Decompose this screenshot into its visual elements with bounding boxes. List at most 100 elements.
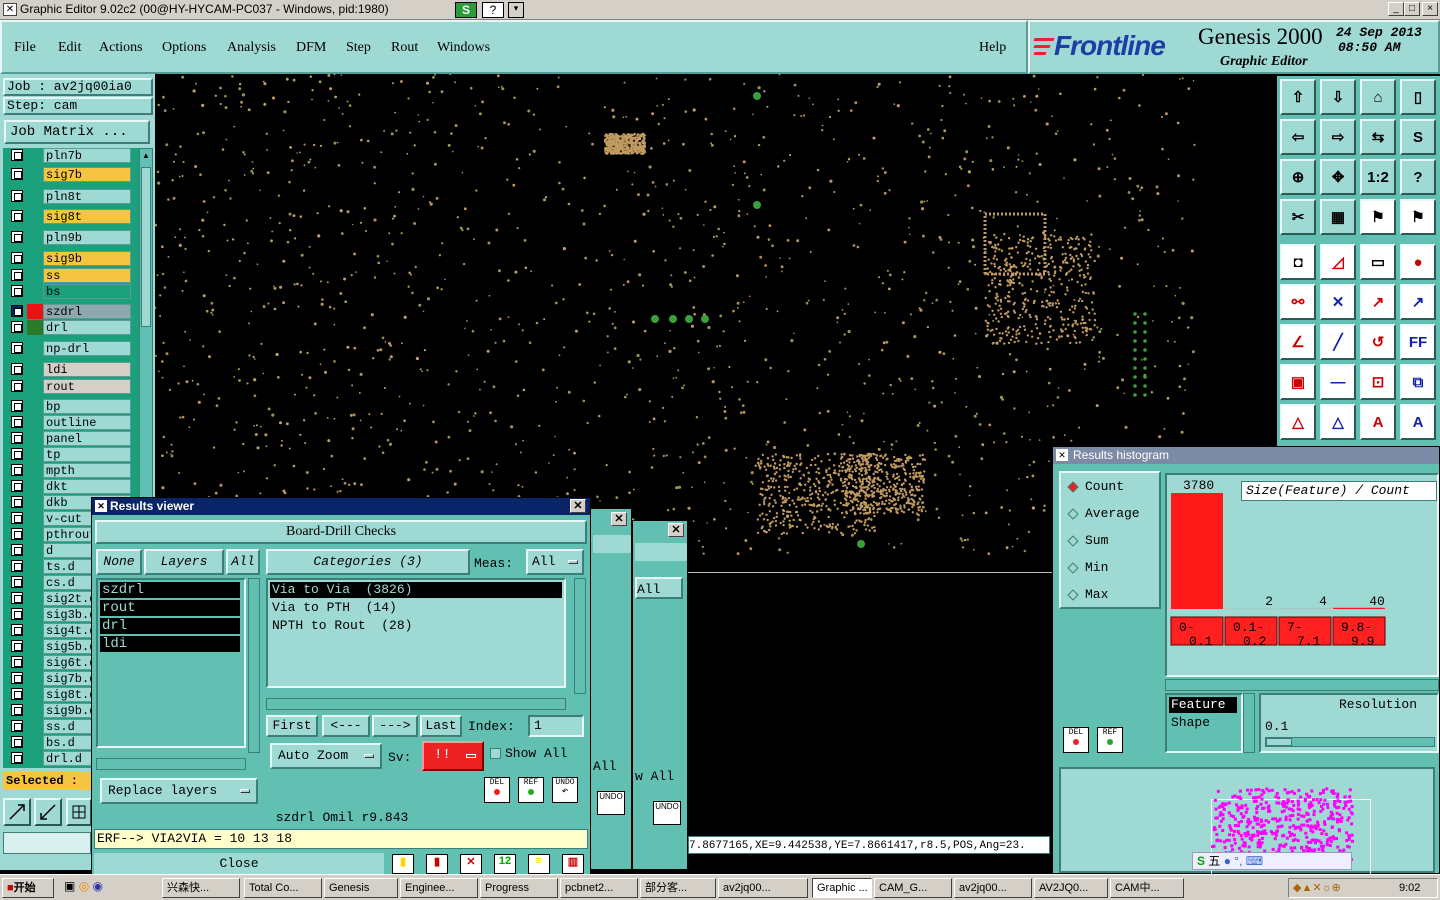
meas-dropdown[interactable]: All: [526, 549, 584, 575]
menu-dfm[interactable]: DFM: [296, 40, 326, 56]
menu-options[interactable]: Options: [162, 40, 206, 56]
histogram-list-item[interactable]: Feature: [1169, 697, 1237, 713]
layer-checkbox[interactable]: [11, 400, 23, 412]
index-input[interactable]: 1: [528, 715, 584, 737]
layer-color-swatch[interactable]: [27, 189, 43, 204]
cross-node-icon[interactable]: ✕: [1320, 284, 1356, 320]
option-sum[interactable]: Sum: [1065, 533, 1159, 553]
layer-checkbox[interactable]: [11, 624, 23, 636]
radio-diamond-icon[interactable]: [1067, 535, 1079, 547]
dot-select-icon[interactable]: ●: [1400, 244, 1436, 280]
layer-name[interactable]: ss: [43, 268, 131, 283]
layer-checkbox[interactable]: [11, 656, 23, 668]
auto-zoom-dropdown[interactable]: Auto Zoom: [270, 743, 382, 769]
layer-row-pln9b[interactable]: pln9b: [9, 230, 131, 245]
layer-row-ss[interactable]: ss: [9, 268, 131, 283]
layer-name[interactable]: np-drl: [43, 341, 131, 356]
fit-frame-icon[interactable]: ⊕: [1280, 159, 1316, 195]
minimize-button[interactable]: _: [1388, 2, 1404, 16]
result-layer-item[interactable]: szdrl: [100, 582, 240, 598]
result-category-item[interactable]: Via to PTH (14): [270, 600, 562, 616]
layer-color-swatch[interactable]: [27, 575, 43, 590]
category-results-list[interactable]: Via to Via (3826) Via to PTH (14) NPTH to …: [266, 578, 566, 688]
histogram-icon[interactable]: ▥: [562, 854, 584, 874]
layer-name[interactable]: pln9b: [43, 230, 131, 245]
measure-box-icon[interactable]: ⊡: [1360, 364, 1396, 400]
layer-name[interactable]: mpth: [43, 463, 131, 478]
layer-name[interactable]: outline: [43, 415, 131, 430]
layer-checkbox[interactable]: [11, 608, 23, 620]
layer-checkbox[interactable]: [11, 688, 23, 700]
layer-name[interactable]: ldi: [43, 362, 131, 377]
grid-view-icon[interactable]: ▦: [1320, 199, 1356, 235]
histogram-hscroll[interactable]: [1165, 679, 1439, 691]
grid-icon[interactable]: [66, 798, 92, 826]
result-layer-item[interactable]: rout: [100, 600, 240, 616]
menu-step[interactable]: Step: [346, 40, 371, 56]
behind-undo-icon-1[interactable]: UNDO: [597, 791, 625, 815]
next-button[interactable]: --->: [372, 715, 418, 737]
shape-group-icon[interactable]: ⧉: [1400, 364, 1436, 400]
result-category-item[interactable]: NPTH to Rout (28): [270, 618, 562, 634]
background-dialog-2-close[interactable]: ✕: [668, 523, 684, 537]
layer-checkbox[interactable]: [11, 149, 23, 161]
layer-results-list[interactable]: szdrl rout drl ldi: [96, 578, 246, 748]
scale-1-2-icon[interactable]: 1:2: [1360, 159, 1396, 195]
taskbar-item[interactable]: 兴森快...: [162, 878, 240, 898]
layer-checkbox[interactable]: [11, 231, 23, 243]
taskbar-item[interactable]: pcbnet2...: [560, 878, 638, 898]
layer-checkbox[interactable]: [11, 576, 23, 588]
option-count[interactable]: Count: [1065, 479, 1159, 499]
background-dialog-1-close[interactable]: ✕: [611, 512, 627, 526]
ime-toolbar[interactable]: S 五 ● °, ⌨: [1192, 852, 1352, 870]
layer-checkbox[interactable]: [11, 592, 23, 604]
layer-row-ldi[interactable]: ldi: [9, 362, 131, 377]
layers-all-button[interactable]: All: [226, 549, 260, 575]
triangle-2-icon[interactable]: △: [1320, 404, 1356, 440]
layer-checkbox[interactable]: [11, 672, 23, 684]
results-viewer-close[interactable]: ✕: [570, 499, 586, 513]
media-icon[interactable]: ◉: [93, 879, 103, 893]
move-up-icon[interactable]: ⇧: [1280, 79, 1316, 115]
layer-color-swatch[interactable]: [27, 751, 43, 766]
taskbar-item[interactable]: AV2JQ0...: [1034, 878, 1108, 898]
layer-color-swatch[interactable]: [27, 559, 43, 574]
taskbar-item[interactable]: av2jq00...: [718, 878, 808, 898]
layer-color-swatch[interactable]: [27, 167, 43, 182]
job-matrix-button[interactable]: Job Matrix ...: [4, 120, 150, 144]
layer-row-sig8t[interactable]: sig8t: [9, 209, 131, 224]
layer-color-swatch[interactable]: [27, 623, 43, 638]
close-button-rv[interactable]: Close: [94, 853, 384, 875]
layer-row-szdrl[interactable]: szdrl: [9, 304, 131, 319]
taskbar-item[interactable]: Progress: [480, 878, 558, 898]
histogram-del-icon[interactable]: DEL: [1063, 727, 1089, 753]
layer-color-swatch[interactable]: [27, 479, 43, 494]
layer-checkbox[interactable]: [11, 464, 23, 476]
layer-color-swatch[interactable]: [27, 495, 43, 510]
radio-diamond-icon[interactable]: [1067, 508, 1079, 520]
start-button[interactable]: ■开始: [2, 878, 54, 898]
layer-checkbox[interactable]: [11, 560, 23, 572]
layer-color-swatch[interactable]: [27, 304, 43, 319]
layer-checkbox[interactable]: [11, 640, 23, 652]
taskbar-item[interactable]: Enginee...: [400, 878, 478, 898]
layer-name[interactable]: drl: [43, 320, 131, 335]
layer-checkbox[interactable]: [11, 512, 23, 524]
layer-color-swatch[interactable]: [27, 148, 43, 163]
categories-button[interactable]: Categories (3): [266, 549, 470, 575]
layer-name[interactable]: sig9b: [43, 251, 131, 266]
layer-row-bs[interactable]: bs: [9, 284, 131, 299]
report-red-icon[interactable]: ▮: [426, 854, 448, 874]
layer-name[interactable]: pln7b: [43, 148, 131, 163]
layer-checkbox[interactable]: [11, 190, 23, 202]
layer-checkbox[interactable]: [11, 321, 23, 333]
layer-name[interactable]: panel: [43, 431, 131, 446]
triangle-b-icon[interactable]: A: [1400, 404, 1436, 440]
layer-color-swatch[interactable]: [27, 415, 43, 430]
layer-color-swatch[interactable]: [27, 362, 43, 377]
center-icon[interactable]: ✥: [1320, 159, 1356, 195]
undo-icon[interactable]: UNDO ↶: [552, 777, 578, 803]
del-icon[interactable]: DEL: [484, 777, 510, 803]
layer-name[interactable]: rout: [43, 379, 131, 394]
layer-results-hscroll[interactable]: [96, 758, 246, 770]
